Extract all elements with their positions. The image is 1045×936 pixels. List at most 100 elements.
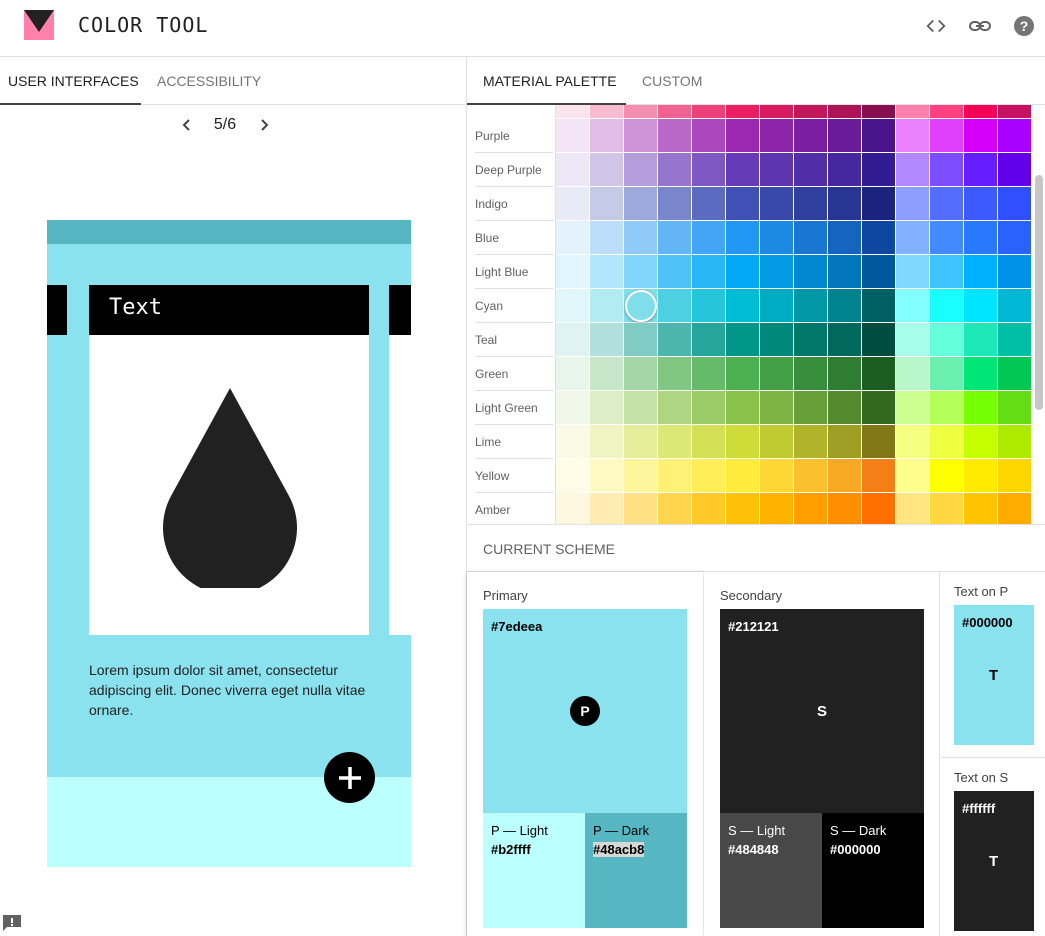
palette-swatch[interactable] xyxy=(726,105,760,119)
palette-swatch[interactable] xyxy=(658,153,692,187)
palette-swatch[interactable] xyxy=(896,493,930,524)
palette-swatch[interactable] xyxy=(998,153,1032,187)
palette-swatch[interactable] xyxy=(998,187,1032,221)
palette-swatch[interactable] xyxy=(862,459,896,493)
palette-swatch[interactable] xyxy=(726,425,760,459)
palette-swatch[interactable] xyxy=(658,459,692,493)
palette-swatch[interactable] xyxy=(896,187,930,221)
palette-swatch[interactable] xyxy=(930,323,964,357)
palette-swatch[interactable] xyxy=(726,459,760,493)
palette-swatch[interactable] xyxy=(998,221,1032,255)
palette-swatch[interactable] xyxy=(862,187,896,221)
palette-swatch[interactable] xyxy=(692,153,726,187)
palette-swatch[interactable] xyxy=(862,493,896,524)
palette-swatch[interactable] xyxy=(828,105,862,119)
palette-swatch[interactable] xyxy=(590,105,624,119)
palette-swatch[interactable] xyxy=(590,255,624,289)
palette-swatch[interactable] xyxy=(658,493,692,524)
palette-swatch[interactable] xyxy=(692,119,726,153)
palette-swatch[interactable] xyxy=(794,289,828,323)
palette-swatch[interactable] xyxy=(760,357,794,391)
previous-page-button[interactable] xyxy=(176,113,198,137)
palette-swatch[interactable] xyxy=(896,425,930,459)
tab-custom[interactable]: CUSTOM xyxy=(642,57,702,105)
palette-swatch[interactable] xyxy=(896,153,930,187)
palette-swatch[interactable] xyxy=(726,493,760,524)
palette-swatch[interactable] xyxy=(862,105,896,119)
tab-user-interfaces[interactable]: USER INTERFACES xyxy=(8,57,139,105)
palette-swatch[interactable] xyxy=(964,255,998,289)
palette-swatch[interactable] xyxy=(658,357,692,391)
palette-swatch[interactable] xyxy=(726,221,760,255)
palette-swatch[interactable] xyxy=(828,119,862,153)
palette-swatch[interactable] xyxy=(726,153,760,187)
palette-swatch[interactable] xyxy=(590,391,624,425)
primary-dark-hex[interactable]: #48acb8 xyxy=(593,842,645,857)
palette-swatch[interactable] xyxy=(692,425,726,459)
palette-swatch[interactable] xyxy=(556,459,590,493)
palette-swatch[interactable] xyxy=(998,493,1032,524)
palette-swatch[interactable] xyxy=(590,221,624,255)
palette-swatch[interactable] xyxy=(624,221,658,255)
palette-swatch[interactable] xyxy=(930,153,964,187)
palette-swatch[interactable] xyxy=(794,493,828,524)
palette-swatch[interactable] xyxy=(930,425,964,459)
palette-swatch[interactable] xyxy=(658,105,692,119)
palette-swatch[interactable] xyxy=(692,391,726,425)
palette-swatch[interactable] xyxy=(556,153,590,187)
palette-swatch[interactable] xyxy=(828,255,862,289)
palette-swatch[interactable] xyxy=(624,119,658,153)
palette-swatch[interactable] xyxy=(692,459,726,493)
palette-swatch[interactable] xyxy=(794,255,828,289)
palette-swatch[interactable] xyxy=(794,119,828,153)
palette-swatch[interactable] xyxy=(828,493,862,524)
palette-swatch[interactable] xyxy=(930,391,964,425)
palette-swatch[interactable] xyxy=(794,357,828,391)
palette-swatch[interactable] xyxy=(624,323,658,357)
palette-swatch[interactable] xyxy=(760,323,794,357)
palette-swatch[interactable] xyxy=(862,289,896,323)
selected-swatch-indicator[interactable] xyxy=(625,290,657,322)
palette-swatch[interactable] xyxy=(862,255,896,289)
palette-swatch[interactable] xyxy=(828,357,862,391)
text-on-secondary-card[interactable]: Text on S #ffffff T xyxy=(942,758,1045,936)
palette-swatch[interactable] xyxy=(794,391,828,425)
palette-swatch[interactable] xyxy=(896,323,930,357)
code-icon[interactable] xyxy=(923,13,949,39)
palette-swatch[interactable] xyxy=(658,391,692,425)
palette-swatch[interactable] xyxy=(930,221,964,255)
palette-swatch[interactable] xyxy=(828,425,862,459)
palette-swatch[interactable] xyxy=(590,289,624,323)
palette-swatch[interactable] xyxy=(964,357,998,391)
palette-swatch[interactable] xyxy=(930,119,964,153)
palette-swatch[interactable] xyxy=(862,357,896,391)
help-icon[interactable]: ? xyxy=(1011,13,1037,39)
palette-swatch[interactable] xyxy=(930,289,964,323)
palette-swatch[interactable] xyxy=(590,187,624,221)
link-icon[interactable] xyxy=(967,13,993,39)
feedback-icon[interactable] xyxy=(2,914,22,932)
palette-swatch[interactable] xyxy=(794,187,828,221)
palette-swatch[interactable] xyxy=(760,459,794,493)
palette-swatch[interactable] xyxy=(964,425,998,459)
palette-swatch[interactable] xyxy=(964,221,998,255)
palette-swatch[interactable] xyxy=(760,255,794,289)
palette-swatch[interactable] xyxy=(556,425,590,459)
palette-swatch[interactable] xyxy=(896,105,930,119)
palette-swatch[interactable] xyxy=(998,323,1032,357)
palette-swatch[interactable] xyxy=(930,255,964,289)
palette-swatch[interactable] xyxy=(828,221,862,255)
palette-swatch[interactable] xyxy=(624,459,658,493)
palette-swatch[interactable] xyxy=(964,153,998,187)
palette-swatch[interactable] xyxy=(794,323,828,357)
palette-swatch[interactable] xyxy=(998,391,1032,425)
palette-swatch[interactable] xyxy=(760,391,794,425)
palette-swatch[interactable] xyxy=(590,425,624,459)
palette-swatch[interactable] xyxy=(692,221,726,255)
palette-swatch[interactable] xyxy=(896,459,930,493)
palette-swatch[interactable] xyxy=(794,459,828,493)
palette-swatch[interactable] xyxy=(692,493,726,524)
palette-swatch[interactable] xyxy=(556,323,590,357)
palette-swatch[interactable] xyxy=(862,153,896,187)
palette-swatch[interactable] xyxy=(590,153,624,187)
